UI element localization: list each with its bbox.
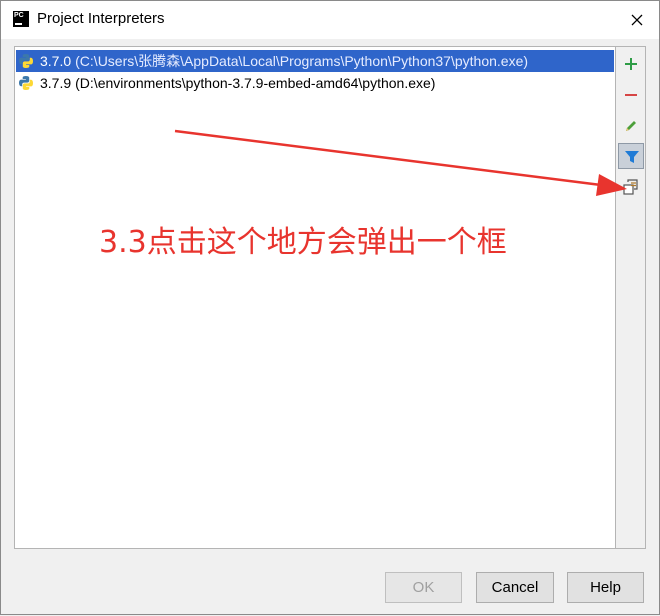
- add-interpreter-button[interactable]: [618, 51, 644, 77]
- close-button[interactable]: [623, 7, 651, 33]
- show-paths-button[interactable]: [618, 174, 644, 200]
- interpreter-label: 3.7.0 (C:\Users\张腾森\AppData\Local\Program…: [40, 50, 528, 72]
- cancel-button[interactable]: Cancel: [476, 572, 554, 603]
- interpreter-list[interactable]: 3.7.0 (C:\Users\张腾森\AppData\Local\Program…: [14, 46, 616, 549]
- window-title: Project Interpreters: [37, 10, 165, 27]
- ok-button[interactable]: OK: [385, 572, 462, 603]
- show-paths-icon: [623, 179, 638, 195]
- annotation-text: 3.3点击这个地方会弹出一个框: [99, 225, 507, 260]
- remove-icon: [625, 94, 637, 96]
- interpreter-path: (C:\Users\张腾森\AppData\Local\Programs\Pyt…: [75, 53, 529, 69]
- interpreter-version: 3.7.0: [40, 53, 72, 69]
- title-bar: PC Project Interpreters: [1, 1, 659, 39]
- help-button[interactable]: Help: [567, 572, 644, 603]
- pycharm-app-icon: PC: [13, 11, 29, 27]
- edit-icon: [626, 121, 636, 131]
- remove-interpreter-button[interactable]: [618, 82, 644, 108]
- interpreter-row-3-7-9[interactable]: 3.7.9 (D:\environments\python-3.7.9-embed…: [16, 72, 614, 94]
- python-icon: [19, 76, 33, 90]
- filter-icon: [625, 151, 639, 163]
- close-icon: [631, 14, 643, 26]
- project-interpreters-dialog: PC Project Interpreters 3.7.0 (C:\Users\张…: [0, 0, 660, 615]
- interpreter-version: 3.7.9: [40, 75, 72, 91]
- interpreter-toolbar: [616, 46, 646, 549]
- interpreter-path: (D:\environments\python-3.7.9-embed-amd6…: [75, 75, 436, 91]
- interpreter-row-3-7-0[interactable]: 3.7.0 (C:\Users\张腾森\AppData\Local\Program…: [16, 50, 614, 72]
- python-icon: [19, 54, 33, 68]
- filter-interpreters-button[interactable]: [618, 143, 644, 169]
- interpreter-label: 3.7.9 (D:\environments\python-3.7.9-embed…: [40, 72, 435, 94]
- add-icon: [625, 58, 637, 70]
- app-icon-bar: [15, 23, 22, 25]
- edit-interpreter-button[interactable]: [618, 113, 644, 139]
- app-icon-text: PC: [14, 12, 24, 19]
